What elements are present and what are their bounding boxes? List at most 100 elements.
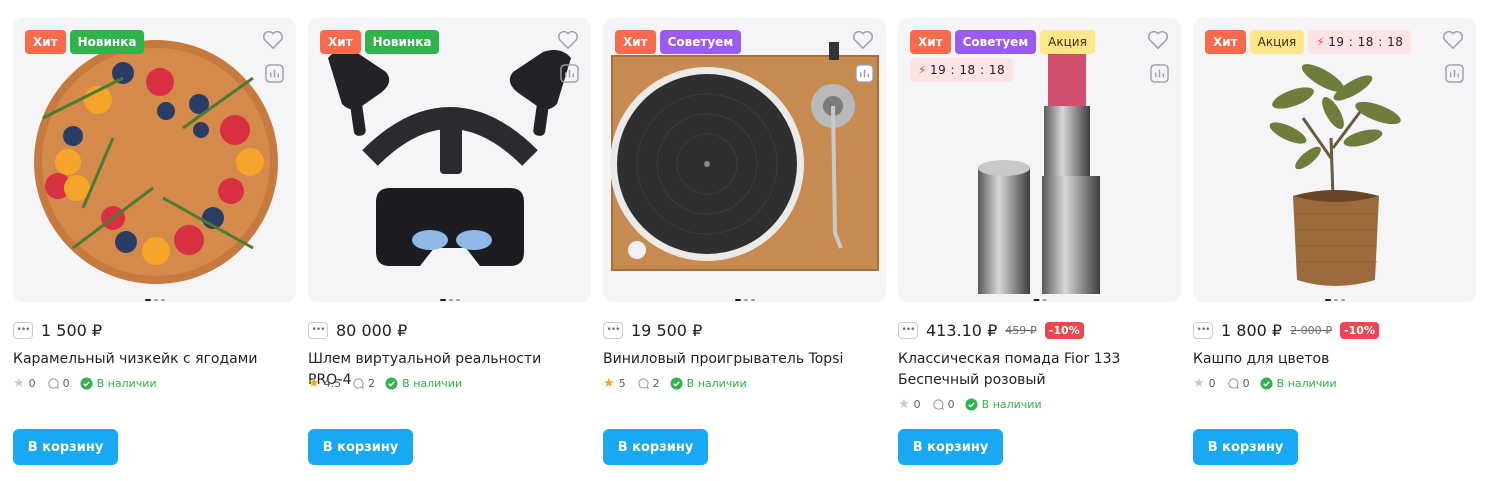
price-row: ••• 413.10 ₽ 459 ₽ -10% — [898, 319, 1084, 341]
compare-icon[interactable] — [1445, 64, 1464, 83]
star-icon: ★ — [1193, 375, 1205, 391]
badge-hit: Хит — [25, 30, 66, 54]
product-image[interactable]: Хит Новинка — [13, 18, 296, 302]
image-pagination[interactable] — [1324, 299, 1345, 301]
comment-count: 2 — [368, 376, 376, 390]
availability-status: В наличии — [1276, 376, 1337, 390]
product-image[interactable]: Хит Акция ⚡ 19 : 18 : 18 — [1193, 18, 1476, 302]
more-options-button[interactable]: ••• — [603, 321, 623, 339]
product-card: Хит Акция ⚡ 19 : 18 : 18 ••• 1 800 ₽ 2 00… — [1193, 18, 1476, 468]
check-circle-icon — [1260, 376, 1273, 390]
product-meta: ★ 5 2 В наличии — [603, 375, 747, 391]
add-to-cart-button[interactable]: В корзину — [898, 429, 1003, 465]
badge-hit: Хит — [320, 30, 361, 54]
add-to-cart-button[interactable]: В корзину — [13, 429, 118, 465]
product-title[interactable]: Виниловый проигрыватель Topsi — [603, 349, 873, 370]
image-pagination[interactable] — [439, 299, 460, 301]
price: 1 800 ₽ — [1221, 320, 1283, 340]
heart-icon[interactable] — [557, 30, 579, 50]
check-circle-icon — [80, 376, 93, 390]
rating-value: 0 — [1208, 376, 1216, 390]
product-grid: Хит Новинка ••• 1 500 ₽ Карамельный чизк… — [13, 18, 1476, 468]
availability-status: В наличии — [981, 397, 1042, 411]
price-row: ••• 1 800 ₽ 2 000 ₽ -10% — [1193, 319, 1379, 341]
check-circle-icon — [965, 397, 978, 411]
price: 19 500 ₽ — [631, 320, 703, 340]
product-image[interactable]: Хит Новинка — [308, 18, 591, 302]
old-price: 459 ₽ — [1005, 323, 1037, 337]
price: 80 000 ₽ — [336, 320, 408, 340]
timer-value: 19 : 18 : 18 — [1328, 35, 1404, 49]
product-title[interactable]: Кашпо для цветов — [1193, 349, 1463, 370]
countdown-timer: ⚡ 19 : 18 : 18 — [910, 58, 1014, 82]
badge-new: Новинка — [364, 30, 440, 54]
price-row: ••• 19 500 ₽ — [603, 319, 702, 341]
heart-icon[interactable] — [1147, 30, 1169, 50]
availability-status: В наличии — [402, 376, 463, 390]
product-image[interactable]: Хит Советуем Акция ⚡ 19 : 18 : 18 — [898, 18, 1181, 302]
price-row: ••• 1 500 ₽ — [13, 319, 102, 341]
rating-value: 5 — [618, 376, 626, 390]
lightning-icon: ⚡ — [918, 63, 927, 77]
rating-value: 0 — [28, 376, 36, 390]
product-card: Хит Новинка ••• 80 000 ₽ Шлем виртуально… — [308, 18, 591, 468]
comment-icon — [353, 377, 365, 389]
availability-status: В наличии — [96, 376, 157, 390]
product-card: Хит Советуем Акция ⚡ 19 : 18 : 18 ••• 413… — [898, 18, 1181, 468]
add-to-cart-button[interactable]: В корзину — [1193, 429, 1298, 465]
comment-count: 2 — [652, 376, 660, 390]
product-image[interactable]: Хит Советуем — [603, 18, 886, 302]
heart-icon[interactable] — [852, 30, 874, 50]
heart-icon[interactable] — [262, 30, 284, 50]
comment-count: 0 — [1242, 376, 1250, 390]
check-circle-icon — [385, 376, 398, 390]
timer-value: 19 : 18 : 18 — [929, 63, 1006, 77]
badge-group: Хит Новинка — [320, 30, 530, 54]
compare-icon[interactable] — [855, 64, 874, 83]
compare-icon[interactable] — [1150, 64, 1169, 83]
product-title[interactable]: Классическая помада Fior 133 Беспечный р… — [898, 349, 1168, 391]
vr-headset-image — [328, 50, 571, 266]
more-options-button[interactable]: ••• — [308, 321, 328, 339]
product-title[interactable]: Карамельный чизкейк с ягодами — [13, 349, 283, 370]
image-pagination[interactable] — [734, 299, 755, 301]
cheesecake-image — [34, 40, 278, 284]
badge-hit: Хит — [1205, 30, 1246, 54]
image-pagination[interactable] — [144, 299, 165, 301]
image-pagination[interactable] — [1033, 299, 1046, 301]
lightning-icon: ⚡ — [1316, 35, 1326, 49]
product-card: Хит Новинка ••• 1 500 ₽ Карамельный чизк… — [13, 18, 296, 468]
more-options-button[interactable]: ••• — [1193, 321, 1213, 339]
badge-group: Хит Советуем — [615, 30, 825, 54]
price: 1 500 ₽ — [41, 320, 103, 340]
more-options-button[interactable]: ••• — [898, 321, 918, 339]
compare-icon[interactable] — [560, 64, 579, 83]
badge-promo: Акция — [1040, 30, 1095, 54]
comment-count: 0 — [947, 397, 955, 411]
comment-icon — [638, 377, 649, 389]
comment-icon — [1228, 377, 1239, 389]
add-to-cart-button[interactable]: В корзину — [603, 429, 708, 465]
turntable-image — [610, 42, 879, 271]
comment-icon — [48, 377, 59, 389]
discount-badge: -10% — [1340, 321, 1379, 339]
product-meta: ★ 0 0 В наличии — [1193, 375, 1337, 391]
heart-icon[interactable] — [1442, 30, 1464, 50]
more-options-button[interactable]: ••• — [13, 321, 33, 339]
star-icon: ★ — [603, 375, 615, 391]
add-to-cart-button[interactable]: В корзину — [308, 429, 413, 465]
star-icon: ★ — [308, 375, 320, 391]
check-circle-icon — [670, 376, 683, 390]
compare-icon[interactable] — [265, 64, 284, 83]
badge-group: Хит Советуем Акция ⚡ 19 : 18 : 18 — [910, 30, 1120, 82]
countdown-timer: ⚡ 19 : 18 : 18 — [1308, 30, 1412, 54]
old-price: 2 000 ₽ — [1290, 323, 1333, 337]
rating-value: 0 — [913, 397, 921, 411]
rating-value: 4.5 — [323, 376, 342, 390]
star-icon: ★ — [13, 375, 25, 391]
badge-hit: Хит — [910, 30, 951, 54]
badge-group: Хит Акция ⚡ 19 : 18 : 18 — [1205, 30, 1415, 54]
price-row: ••• 80 000 ₽ — [308, 319, 407, 341]
star-icon: ★ — [898, 396, 910, 412]
comment-count: 0 — [62, 376, 70, 390]
